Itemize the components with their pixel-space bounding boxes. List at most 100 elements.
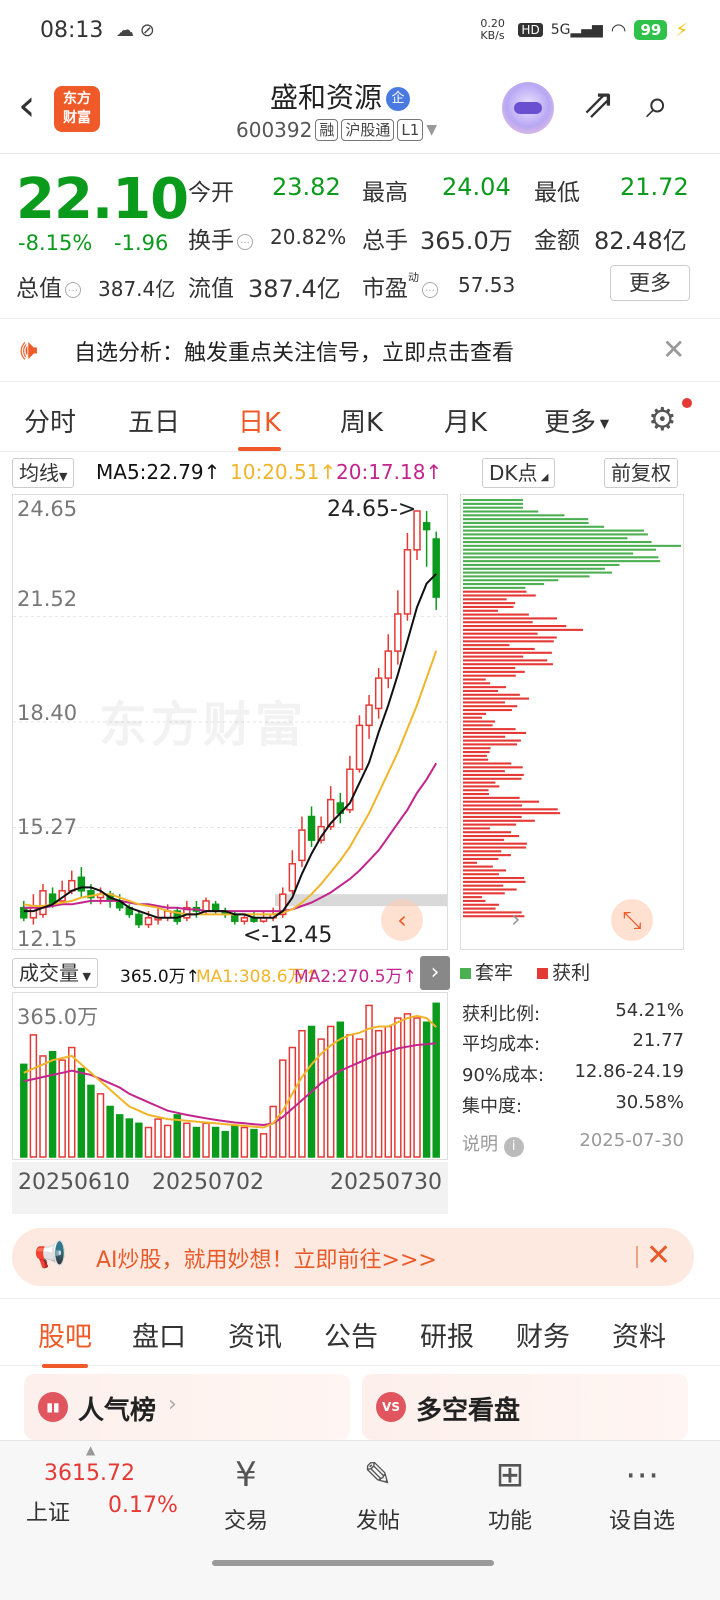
info-icon[interactable]: …	[237, 233, 253, 250]
chip-bar	[463, 731, 527, 735]
tab-finance[interactable]: 财务	[516, 1315, 570, 1354]
chip-bar	[463, 873, 499, 876]
collapse-arrow-icon[interactable]: ›	[420, 956, 450, 990]
long-short-card[interactable]: VS 多空看盘	[362, 1374, 688, 1440]
popularity-card[interactable]: ▮▮ 人气榜 ›	[24, 1374, 350, 1440]
chip-bar	[463, 525, 605, 528]
tab-five-day[interactable]: 五日	[128, 402, 180, 439]
more-button[interactable]: 更多	[610, 265, 690, 301]
ai-assistant-icon[interactable]	[502, 82, 554, 134]
tab-weekly-k[interactable]: 周K	[340, 402, 383, 439]
chip-bar	[463, 552, 634, 555]
candle-body	[365, 704, 373, 727]
quote-panel: 22.10 -8.15% -1.96 今开 23.82 最高 24.04 最低 …	[0, 155, 720, 315]
ma5-value: MA5:22.79↑	[96, 460, 221, 484]
turnover-value: 20.82%	[270, 225, 347, 249]
nav-add-watchlist[interactable]: ⋯ 设自选	[592, 1451, 692, 1535]
vol-ma2-value: MA2:270.5万↑	[294, 967, 417, 987]
edit-icon: ✎	[363, 1455, 393, 1495]
chip-bar	[463, 724, 493, 727]
chip-bar	[463, 518, 589, 521]
chip-bar	[463, 857, 499, 861]
candle-body	[231, 913, 239, 922]
charging-icon: ⚡	[675, 19, 688, 41]
volume-bar	[96, 1093, 105, 1158]
change-percent: -8.15%	[18, 231, 93, 255]
nav-functions[interactable]: ⊞ 功能	[460, 1451, 560, 1535]
tab-profile[interactable]: 资料	[612, 1315, 666, 1354]
chip-bar	[463, 499, 523, 502]
tab-daily-k[interactable]: 日K	[238, 402, 282, 451]
tab-announcements[interactable]: 公告	[324, 1315, 378, 1354]
back-arrow-icon[interactable]: ‹	[18, 84, 36, 128]
adjust-button[interactable]: 前复权	[604, 458, 678, 488]
chip-distribution-chart[interactable]: ⤡ ›	[460, 494, 684, 950]
chip-bar	[463, 892, 505, 895]
signal-icon: 5G▂▄▆	[550, 22, 603, 38]
expand-icon[interactable]: ⤡	[611, 899, 653, 941]
low-value: 21.72	[620, 173, 689, 201]
chip-bar	[463, 586, 526, 589]
volume-bar	[346, 1034, 354, 1158]
ai-promo-banner[interactable]: 📢 AI炒股，就用妙想！立即前往>>> ✕	[12, 1228, 694, 1286]
tab-more[interactable]: 更多 ▼	[544, 402, 609, 439]
gear-icon[interactable]: ⚙	[648, 400, 677, 438]
ma-dropdown[interactable]: 均线▼	[12, 458, 75, 488]
volume-dropdown[interactable]: 成交量 ▼	[12, 958, 98, 988]
search-icon[interactable]: ⌕	[646, 84, 668, 124]
volume-bar	[173, 1114, 181, 1158]
close-icon[interactable]: ✕	[646, 1238, 671, 1273]
chip-bar	[463, 743, 518, 746]
chip-bar	[463, 827, 490, 830]
grid-icon: ⊞	[495, 1455, 525, 1495]
chevron-right-icon[interactable]: ›	[511, 905, 521, 933]
info-icon[interactable]: …	[65, 281, 81, 298]
chip-bar	[463, 678, 486, 681]
chip-bar	[463, 544, 681, 547]
trapped-swatch	[460, 968, 471, 979]
chip-bar	[463, 556, 659, 559]
tab-intraday[interactable]: 分时	[24, 402, 76, 439]
candle-body	[384, 650, 392, 679]
ma-indicator-bar: 均线▼ MA5:22.79↑ 10:20.51↑ 20:17.18↑ DK点 ◢…	[12, 458, 712, 488]
volume-bar	[183, 1122, 191, 1158]
info-icon[interactable]: i	[503, 1137, 524, 1157]
volume-chart[interactable]: 365.0万	[12, 992, 448, 1160]
volume-bar	[394, 1017, 402, 1158]
tab-research[interactable]: 研报	[420, 1315, 474, 1354]
hd-icon: HD	[518, 23, 543, 37]
high-label: 最高	[362, 180, 408, 206]
scroll-left-icon[interactable]: ‹	[381, 899, 423, 941]
analysis-alert-banner[interactable]: 🕪 自选分析：触发重点关注信号，立即点击查看 ✕	[0, 318, 720, 382]
chip-bar	[463, 567, 605, 570]
chip-bar	[463, 728, 516, 731]
stock-code-line[interactable]: 600392 融 沪股通 L1 ▼	[236, 118, 437, 142]
dk-point-button[interactable]: DK点 ◢	[482, 458, 556, 488]
chip-bar	[463, 602, 516, 605]
volume-bar	[29, 1034, 38, 1158]
chip-bar	[463, 617, 558, 620]
candle-body	[39, 890, 47, 916]
float-mv-value: 387.4亿	[248, 275, 341, 303]
share-icon[interactable]: ⇗	[582, 84, 616, 124]
chip-bar	[463, 563, 620, 567]
tab-news[interactable]: 资讯	[228, 1315, 282, 1354]
y-tick-label: 21.52	[17, 587, 78, 611]
tab-forum[interactable]: 股吧	[38, 1315, 92, 1368]
nav-post[interactable]: ✎ 发帖	[328, 1451, 428, 1535]
nav-trade[interactable]: ¥ 交易	[196, 1451, 296, 1535]
chip-note-row[interactable]: 说明 i 2025-07-30	[462, 1130, 684, 1157]
volume-bar	[154, 1118, 162, 1158]
chip-bar	[463, 720, 496, 723]
chip-svg	[463, 499, 681, 918]
chip-bar	[463, 502, 523, 505]
tab-monthly-k[interactable]: 月K	[444, 402, 487, 439]
tab-orderbook[interactable]: 盘口	[132, 1315, 186, 1354]
volume-bar	[231, 1124, 239, 1158]
info-icon[interactable]: …	[422, 281, 438, 298]
kline-chart[interactable]: 东方财富 24.65 21.52 18.40 15.27 12.15 24.65…	[12, 494, 448, 951]
chip-bar	[463, 506, 523, 509]
chip-bar	[463, 877, 525, 880]
close-icon[interactable]: ✕	[662, 333, 685, 366]
chip-bar	[463, 514, 565, 517]
